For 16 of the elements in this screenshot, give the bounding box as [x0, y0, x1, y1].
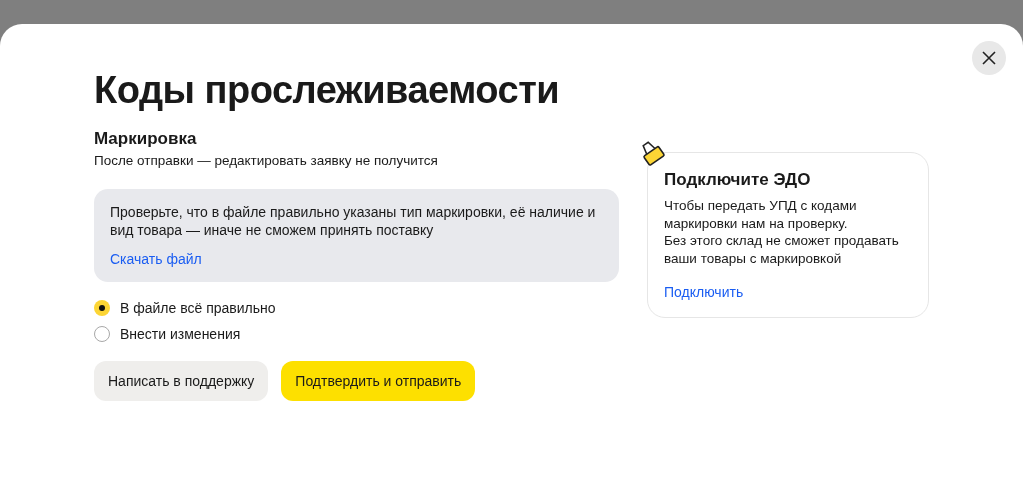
promo-text: Без этого склад не сможет продавать ваши товары с маркировкой [664, 232, 900, 267]
download-link[interactable]: Скачать файл [110, 251, 202, 267]
submit-button[interactable]: Подтвердить и отправить [281, 361, 476, 401]
option-label[interactable]: В файле всё правильно [120, 300, 276, 316]
promo-title: Подключите ЭДО [664, 169, 812, 191]
dialog-title: Коды прослеживаемости [94, 68, 561, 112]
support-button[interactable]: Написать в поддержку [94, 361, 269, 401]
section-subtitle: После отправки — редактировать заявку не получится [94, 152, 439, 170]
option-label[interactable]: Внести изменения [120, 326, 241, 342]
close-button[interactable] [972, 41, 1006, 75]
connect-link[interactable]: Подключить [664, 284, 744, 300]
notice-text: Проверьте, что в файле правильно указаны тип маркировки, её наличие и вид товара — иначе не сможем принять поставку [110, 203, 597, 239]
radio-button[interactable] [94, 300, 110, 316]
section-title: Маркировка [94, 128, 198, 150]
close-icon [982, 51, 996, 65]
promo-text: Чтобы передать УПД с кодами маркировки нам на проверку. [664, 197, 858, 232]
